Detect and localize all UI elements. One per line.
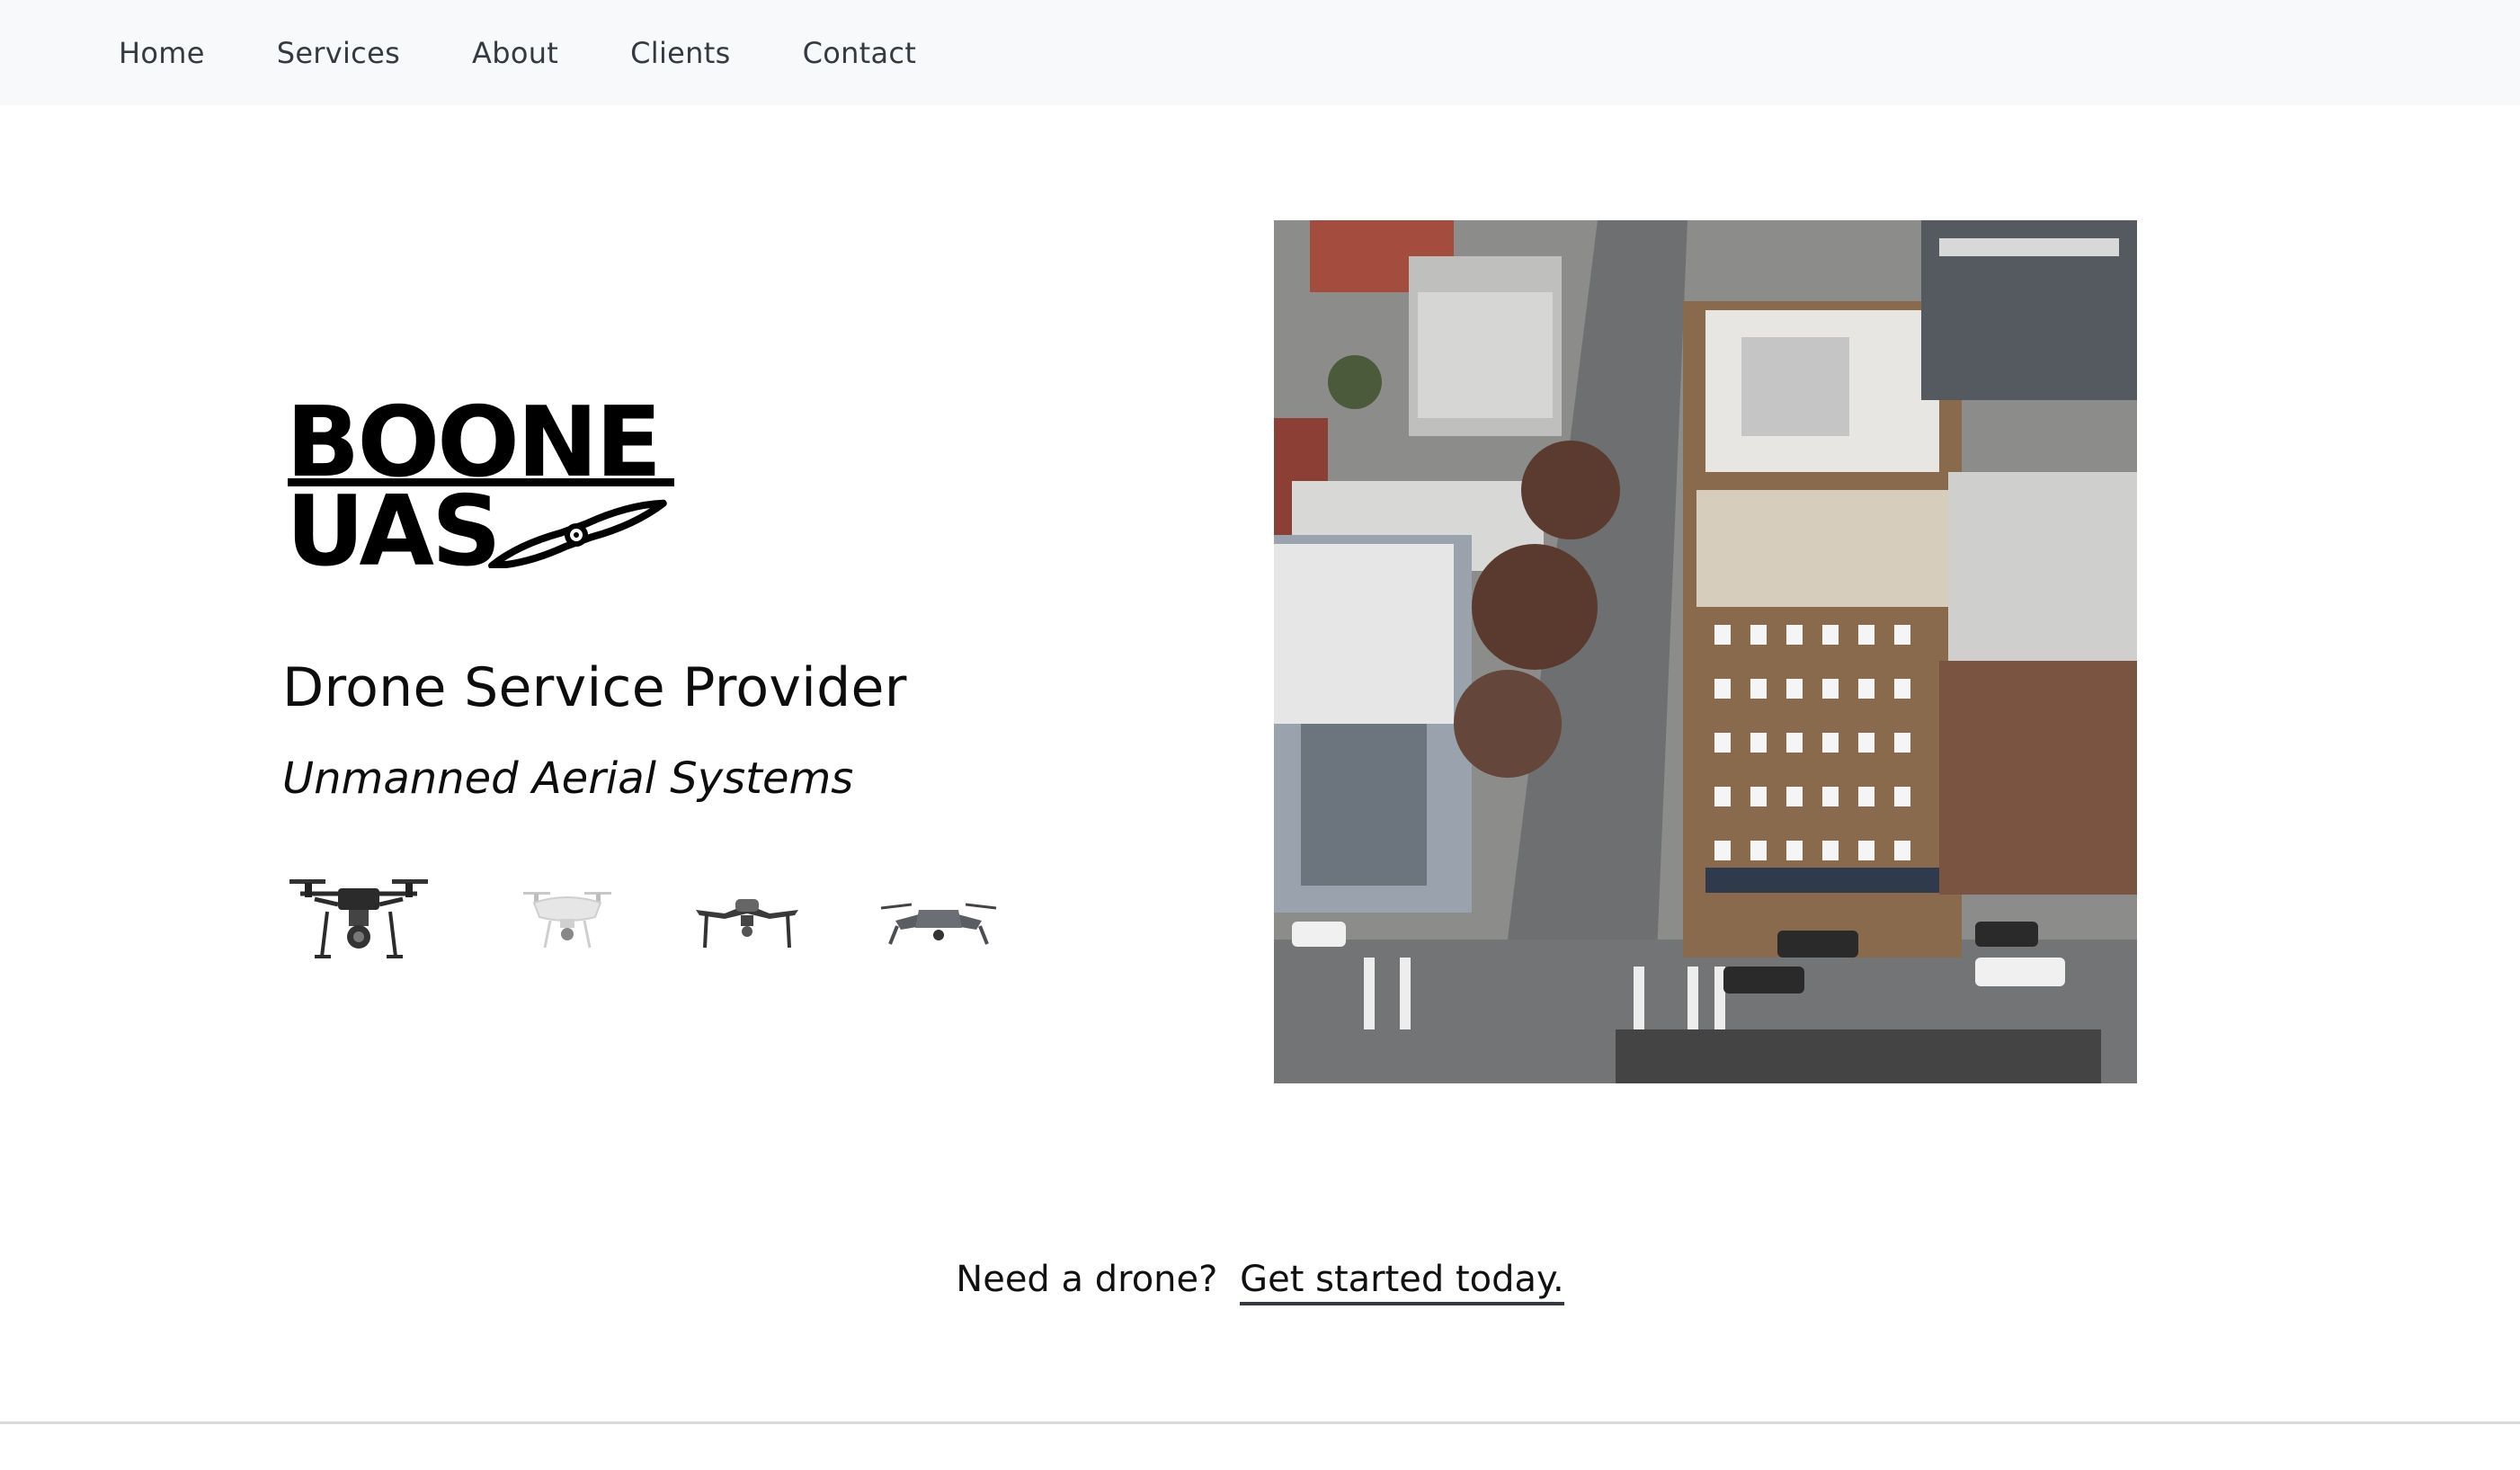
boone-uas-logo: BOONE UAS [286,393,674,568]
top-navbar: Home Services About Clients Contact [0,0,2520,105]
logo-line2: UAS [286,476,499,568]
matrice-drone-icon [289,879,428,958]
inspire-drone-icon [696,899,798,949]
hero-tagline: Drone Service Provider [282,656,907,719]
propeller-icon [488,499,667,568]
footer-divider [0,1421,2520,1424]
mavic-drone-icon [880,903,997,945]
drone-icons-row [282,865,1002,968]
nav-link-contact[interactable]: Contact [803,36,917,70]
nav-link-clients[interactable]: Clients [630,36,730,70]
cta-prompt: Need a drone? [956,1259,1218,1300]
nav-list: Home Services About Clients Contact [0,36,988,70]
nav-link-home[interactable]: Home [119,36,205,70]
hero-subtitle: Unmanned Aerial Systems [282,753,854,804]
get-started-link[interactable]: Get started today. [1240,1259,1564,1305]
nav-link-about[interactable]: About [472,36,558,70]
cta-section: Need a drone? Get started today. [0,1259,2520,1305]
phantom-drone-icon [523,892,611,949]
nav-link-services[interactable]: Services [277,36,400,70]
aerial-city-photo [1274,220,2137,1083]
